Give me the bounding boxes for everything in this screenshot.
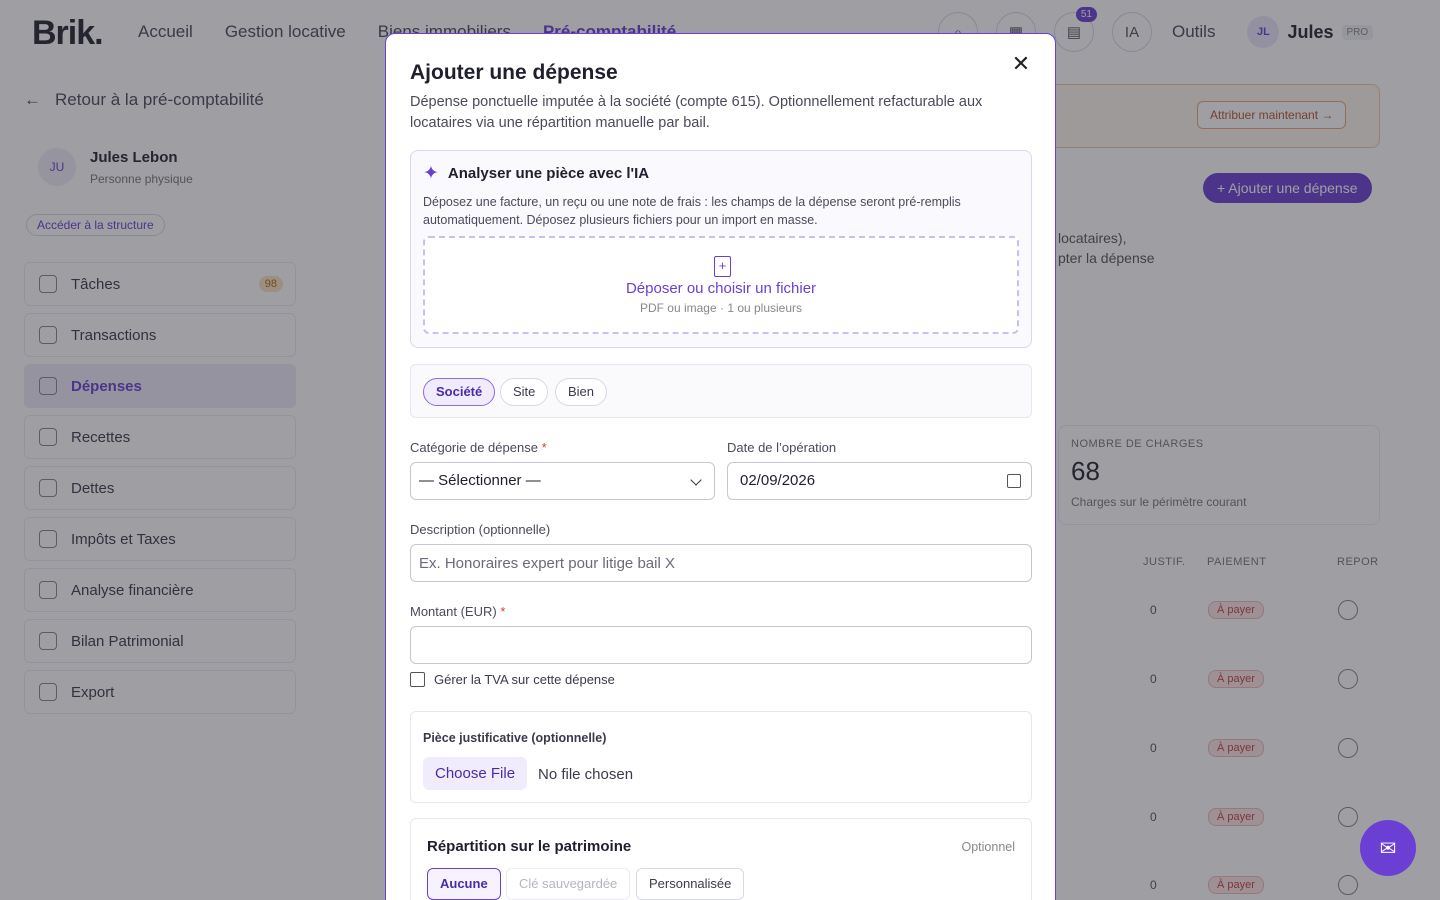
- modal-title: Ajouter une dépense: [410, 61, 618, 84]
- category-select[interactable]: — Sélectionner —: [410, 462, 715, 500]
- close-icon[interactable]: ✕: [1009, 52, 1033, 76]
- scope-selector: Société Site Bien: [410, 364, 1032, 418]
- calendar-icon[interactable]: [1007, 474, 1021, 488]
- description-label: Description (optionnelle): [410, 522, 551, 537]
- amount-label: Montant (EUR) *: [410, 604, 505, 619]
- required-mark: *: [500, 604, 506, 619]
- file-status: No file chosen: [538, 766, 634, 783]
- scope-chip-site[interactable]: Site: [500, 378, 549, 406]
- repartition-title: Répartition sur le patrimoine: [427, 838, 632, 855]
- repartition-optional: Optionnel: [961, 840, 1015, 854]
- scope-chip-bien[interactable]: Bien: [555, 378, 608, 406]
- proof-upload-panel: Pièce justificative (optionnelle) Choose…: [410, 711, 1032, 803]
- category-label: Catégorie de dépense *: [410, 440, 547, 455]
- date-field[interactable]: 02/09/2026: [727, 462, 1032, 500]
- proof-label: Pièce justificative (optionnelle): [423, 731, 607, 745]
- amount-input[interactable]: [410, 626, 1032, 664]
- dropzone-title: Déposer ou choisir un fichier: [625, 280, 817, 297]
- description-input[interactable]: [410, 544, 1032, 582]
- repartition-aucune-button[interactable]: Aucune: [427, 868, 501, 900]
- date-label: Date de l’opération: [727, 440, 837, 455]
- vat-checkbox-label: Gérer la TVA sur cette dépense: [434, 672, 615, 687]
- repartition-cle-button[interactable]: Clé sauvegardée: [506, 868, 631, 900]
- ai-title: Analyser une pièce avec l'IA: [447, 165, 650, 182]
- scope-chip-societe[interactable]: Société: [423, 378, 496, 406]
- ai-description: Déposez une facture, un reçu ou une note…: [423, 195, 961, 227]
- required-mark: *: [541, 440, 547, 455]
- dropzone-subtitle: PDF ou image · 1 ou plusieurs: [639, 301, 803, 315]
- category-value: — Sélectionner —: [419, 472, 541, 489]
- modal-description: Dépense ponctuelle imputée à la société …: [410, 94, 983, 131]
- file-dropzone[interactable]: + Déposer ou choisir un fichier PDF ou i…: [423, 236, 1019, 334]
- category-label-text: Catégorie de dépense: [410, 440, 538, 455]
- file-plus-icon: +: [714, 256, 731, 277]
- repartition-panel: Répartition sur le patrimoine Optionnel …: [410, 818, 1032, 900]
- vat-checkbox[interactable]: [410, 672, 425, 687]
- chevron-down-icon: [690, 474, 702, 486]
- vat-option: Gérer la TVA sur cette dépense: [410, 672, 615, 687]
- ai-header: ✦ Analyser une pièce avec l'IA: [423, 164, 649, 183]
- sparkles-icon: ✦: [423, 163, 439, 184]
- choose-file-button[interactable]: Choose File: [423, 757, 528, 790]
- repartition-personnalisee-button[interactable]: Personnalisée: [636, 868, 745, 900]
- amount-label-text: Montant (EUR): [410, 604, 497, 619]
- date-value: 02/09/2026: [740, 472, 816, 489]
- chat-icon[interactable]: ✉: [1360, 820, 1416, 876]
- ai-analysis-panel: ✦ Analyser une pièce avec l'IA Déposez u…: [410, 150, 1032, 348]
- add-expense-modal: ✕ Ajouter une dépense Dépense ponctuelle…: [385, 33, 1056, 900]
